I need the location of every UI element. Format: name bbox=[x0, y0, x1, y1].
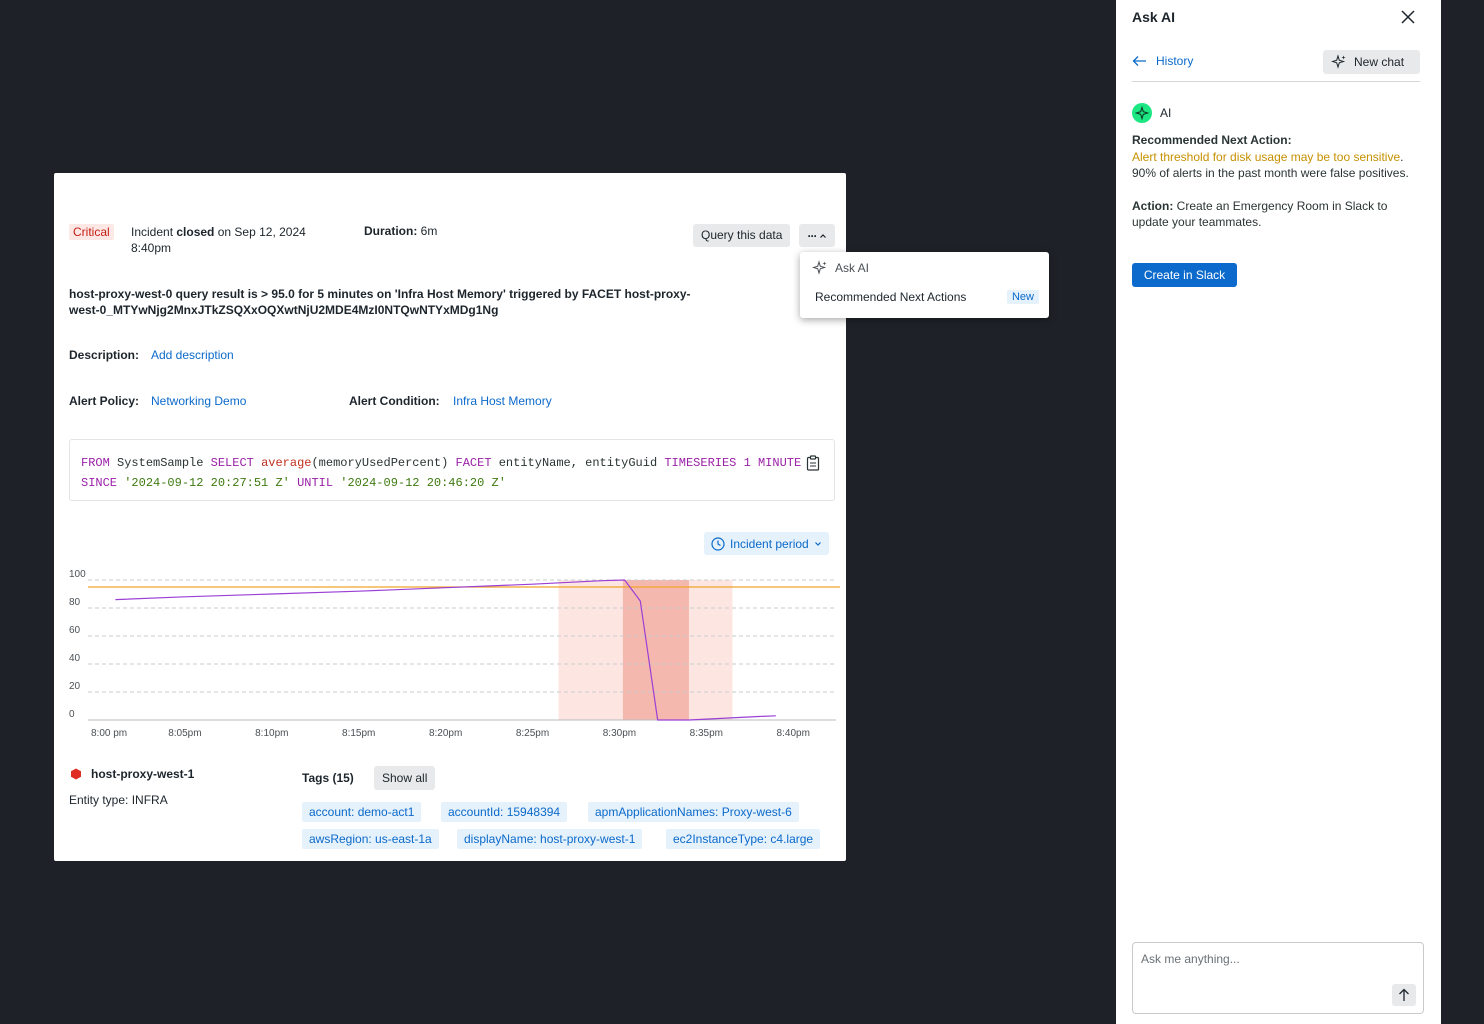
y-tick-label: 40 bbox=[69, 653, 81, 664]
query-token: SELECT bbox=[210, 456, 254, 470]
query-line-2: SINCE '2024-09-12 20:27:51 Z' UNTIL '202… bbox=[81, 473, 823, 493]
ai-avatar-icon bbox=[1132, 103, 1152, 123]
alert-policy-link[interactable]: Networking Demo bbox=[151, 394, 246, 408]
x-tick-label: 8:20pm bbox=[429, 728, 462, 739]
sparkle-icon bbox=[812, 260, 827, 275]
rec-body: Alert threshold for disk usage may be to… bbox=[1132, 149, 1409, 181]
query-token: SystemSample bbox=[109, 456, 211, 470]
incident-period-button[interactable]: Incident period bbox=[704, 532, 829, 555]
arrow-up-icon bbox=[1399, 988, 1409, 1001]
panel-divider bbox=[1132, 81, 1420, 82]
more-actions-button[interactable]: ··· bbox=[799, 224, 835, 247]
query-token: SINCE bbox=[81, 476, 118, 490]
rec-warning: Alert threshold for disk usage may be to… bbox=[1132, 149, 1401, 164]
tags-label: Tags (15) bbox=[302, 771, 354, 785]
action-text: Action: Create an Emergency Room in Slac… bbox=[1132, 198, 1388, 230]
description-label: Description: bbox=[69, 348, 140, 362]
query-token: UNTIL bbox=[297, 476, 334, 490]
query-token: entityName, entityGuid bbox=[491, 456, 665, 470]
tag-chip: account: demo-act1 bbox=[302, 802, 422, 822]
entity-hexagon-icon bbox=[71, 768, 81, 780]
y-tick-label: 60 bbox=[69, 625, 81, 636]
arrow-left-icon bbox=[1132, 56, 1146, 66]
query-token: '2024-09-12 20:46:20 Z' bbox=[340, 476, 506, 490]
create-in-slack-button[interactable]: Create in Slack bbox=[1132, 263, 1237, 287]
query-line-1: FROM SystemSample SELECT average(memoryU… bbox=[81, 453, 823, 473]
more-actions-menu: Ask AI Recommended Next Actions New bbox=[800, 252, 1049, 318]
alert-condition-link[interactable]: Infra Host Memory bbox=[453, 394, 552, 408]
incident-status: Incident closed on Sep 12, 2024 8:40pm bbox=[131, 225, 306, 255]
incident-duration: Duration: 6m bbox=[364, 224, 438, 238]
close-icon[interactable] bbox=[1399, 8, 1417, 26]
query-token: FACET bbox=[455, 456, 492, 470]
query-token: (memoryUsedPercent) bbox=[311, 456, 456, 470]
x-tick-label: 8:35pm bbox=[690, 728, 723, 739]
chevron-up-icon bbox=[819, 233, 826, 238]
new-chat-button[interactable]: New chat bbox=[1323, 50, 1420, 74]
query-token bbox=[290, 476, 297, 490]
ask-input-placeholder: Ask me anything... bbox=[1141, 952, 1240, 966]
y-tick-label: 100 bbox=[69, 569, 86, 580]
x-tick-label: 8:40pm bbox=[777, 728, 810, 739]
incident-title: host-proxy-west-0 query result is > 95.0… bbox=[69, 287, 691, 317]
show-all-tags-button[interactable]: Show all bbox=[374, 766, 436, 790]
x-tick-label: 8:05pm bbox=[168, 728, 201, 739]
clipboard-icon[interactable] bbox=[806, 455, 820, 471]
x-tick-label: 8:10pm bbox=[255, 728, 288, 739]
nrql-query-box[interactable]: FROM SystemSample SELECT average(memoryU… bbox=[69, 439, 835, 501]
query-token bbox=[736, 456, 743, 470]
rec-heading: Recommended Next Action: bbox=[1132, 133, 1292, 147]
y-tick-label: 0 bbox=[69, 709, 75, 720]
entity-type: Entity type: INFRA bbox=[69, 793, 168, 807]
send-button[interactable] bbox=[1392, 984, 1416, 1006]
tag-chip: apmApplicationNames: Proxy-west-6 bbox=[588, 802, 799, 822]
clock-icon bbox=[711, 536, 725, 551]
sparkle-icon bbox=[1331, 54, 1346, 69]
query-token: average bbox=[261, 456, 312, 470]
severity-badge: Critical bbox=[69, 224, 114, 240]
add-description-link[interactable]: Add description bbox=[151, 348, 234, 362]
x-tick-label: 8:30pm bbox=[603, 728, 636, 739]
y-tick-label: 20 bbox=[69, 681, 81, 692]
query-token: MINUTE bbox=[757, 456, 802, 470]
critical-window bbox=[622, 580, 689, 720]
query-token: TIMESERIES bbox=[664, 456, 737, 470]
more-dots: ··· bbox=[807, 228, 818, 243]
x-tick-label: 8:25pm bbox=[516, 728, 549, 739]
query-this-data-button[interactable]: Query this data bbox=[693, 224, 791, 247]
menu-item-ask-ai[interactable]: Ask AI bbox=[812, 260, 1061, 276]
panel-title: Ask AI bbox=[1132, 9, 1176, 25]
ai-sender-label: AI bbox=[1160, 106, 1172, 120]
query-token: 1 bbox=[743, 456, 751, 470]
alert-policy-label: Alert Policy: bbox=[69, 394, 140, 408]
ask-input[interactable]: Ask me anything... bbox=[1132, 942, 1424, 1014]
history-link[interactable]: History bbox=[1132, 54, 1193, 68]
tag-chip: ec2InstanceType: c4.large bbox=[666, 829, 821, 849]
x-tick-label: 8:15pm bbox=[342, 728, 375, 739]
query-token bbox=[254, 456, 261, 470]
tag-chip: awsRegion: us-east-1a bbox=[302, 829, 439, 849]
alert-condition-label: Alert Condition: bbox=[349, 394, 440, 408]
incident-card: Critical Incident closed on Sep 12, 2024… bbox=[54, 173, 846, 861]
query-token bbox=[751, 456, 758, 470]
ask-ai-panel: Ask AI History New chat AI Recommended N… bbox=[1116, 0, 1441, 1024]
y-tick-label: 80 bbox=[69, 597, 81, 608]
x-tick-label: 8:00 pm bbox=[91, 728, 127, 739]
query-token: '2024-09-12 20:27:51 Z' bbox=[124, 476, 290, 490]
tag-chip: displayName: host-proxy-west-1 bbox=[457, 829, 643, 849]
menu-item-recommended-actions[interactable]: Recommended Next Actions New bbox=[815, 290, 1039, 304]
tag-chip: accountId: 15948394 bbox=[441, 802, 568, 822]
chevron-down-icon bbox=[814, 541, 821, 546]
memory-usage-chart: 0 20 40 60 80 100 8:00 pm 8:05pm 8:10pm 8:15pm 8:2… bbox=[69, 569, 840, 739]
ai-message: Recommended Next Action: Alert threshold… bbox=[1132, 132, 1417, 231]
query-token: FROM bbox=[81, 456, 110, 470]
new-badge: New bbox=[1006, 290, 1039, 304]
entity-name[interactable]: host-proxy-west-1 bbox=[91, 767, 194, 781]
